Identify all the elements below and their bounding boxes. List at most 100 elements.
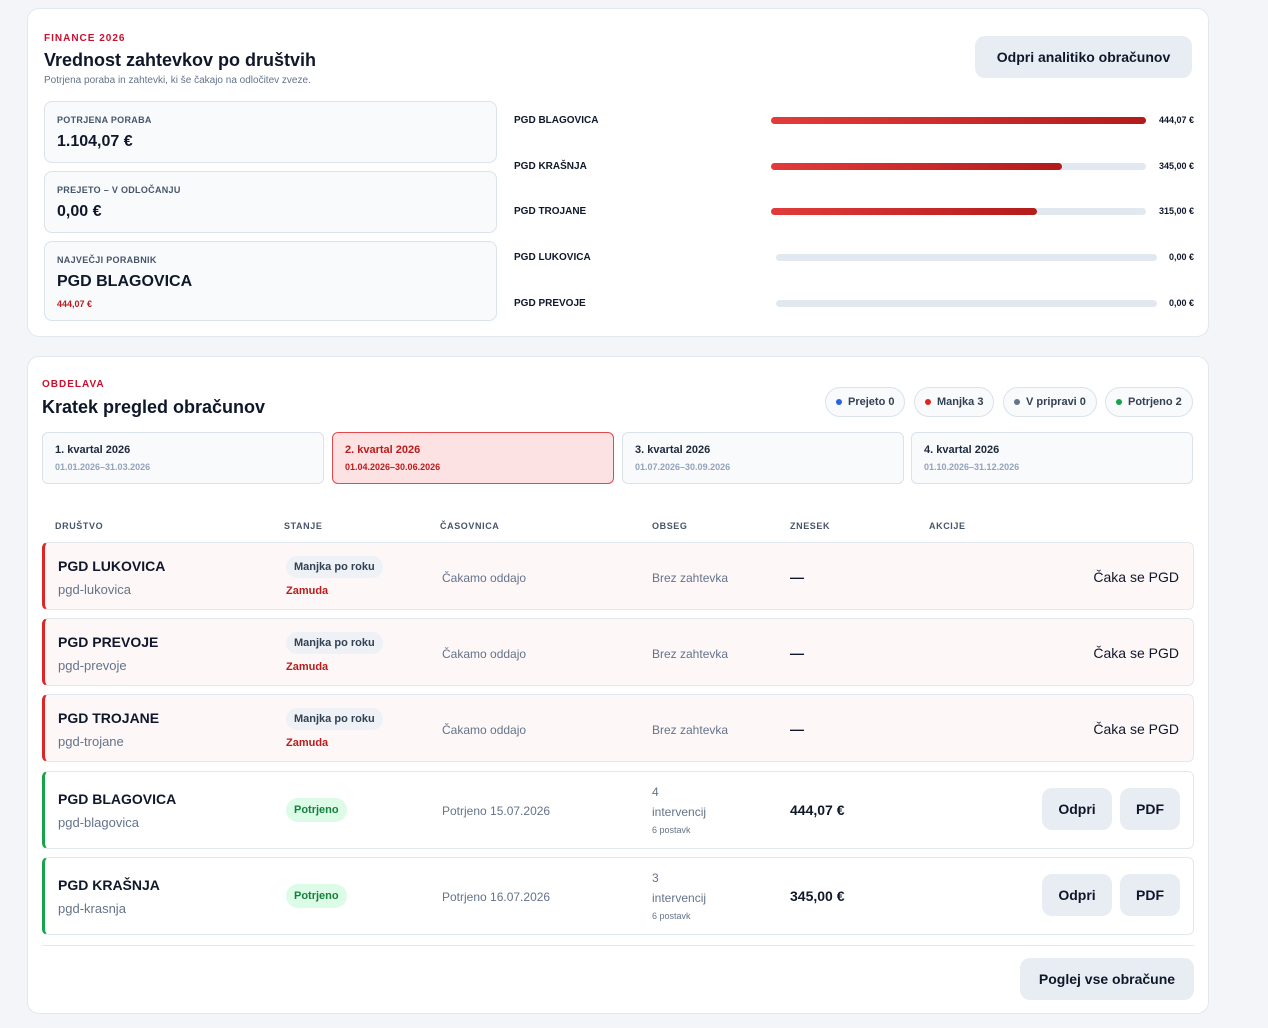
status-dot-icon	[836, 399, 842, 405]
late-label: Zamuda	[286, 661, 329, 673]
row-amount: 345,00 €	[790, 888, 845, 904]
status-badge: Manjka po roku	[286, 632, 383, 654]
row-scope: Brez zahtevka	[652, 647, 729, 661]
row-timeline: Čakamo oddajo	[442, 723, 527, 737]
quarter-tab-1[interactable]: 1. kvartal 2026 01.01.2026–31.03.2026	[42, 432, 324, 484]
legend-label: Prejeto 0	[848, 396, 895, 408]
bar-track	[771, 208, 1146, 215]
quarter-title: 3. kvartal 2026	[635, 444, 711, 456]
row-scope: Brez zahtevka	[652, 723, 729, 737]
quarter-range: 01.04.2026–30.06.2026	[345, 462, 441, 472]
pdf-button[interactable]: PDF	[1120, 874, 1180, 916]
quarter-range: 01.10.2026–31.12.2026	[924, 462, 1020, 472]
status-badge: Potrjeno	[286, 798, 347, 822]
row-slug: pgd-trojane	[58, 734, 124, 749]
obdelava-kicker: OBDELAVA	[42, 379, 105, 390]
bar-row: PGD KRAŠNJA 345,00 €	[514, 157, 1194, 177]
column-header-casovnica: ČASOVNICA	[440, 521, 500, 531]
stat-label: NAJVEČJI PORABNIK	[57, 255, 157, 265]
quarter-title: 1. kvartal 2026	[55, 444, 131, 456]
table-row: PGD KRAŠNJA pgd-krasnja Potrjeno Potrjen…	[42, 857, 1194, 935]
column-header-obseg: OBSEG	[652, 521, 688, 531]
row-timeline: Potrjeno 15.07.2026	[442, 804, 551, 818]
open-analytics-button[interactable]: Odpri analitiko obračunov	[975, 36, 1192, 78]
legend-in-progress: V pripravi 0	[1003, 387, 1097, 417]
legend-confirmed: Potrjeno 2	[1105, 387, 1193, 417]
quarter-tab-3[interactable]: 3. kvartal 2026 01.07.2026–30.09.2026	[622, 432, 904, 484]
row-slug: pgd-lukovica	[58, 582, 131, 597]
legend-label: V pripravi 0	[1026, 396, 1086, 408]
row-scope-unit: intervencij	[652, 805, 707, 819]
bar-label: PGD KRAŠNJA	[514, 161, 587, 172]
table-row: PGD LUKOVICA pgd-lukovica Manjka po roku…	[42, 542, 1194, 610]
row-amount: —	[790, 569, 804, 585]
quarter-range: 01.07.2026–30.09.2026	[635, 462, 731, 472]
quarter-tab-2[interactable]: 2. kvartal 2026 01.04.2026–30.06.2026	[332, 432, 614, 484]
column-header-drustvo: DRUŠTVO	[55, 521, 104, 531]
bar-label: PGD BLAGOVICA	[514, 115, 599, 126]
open-button[interactable]: Odpri	[1042, 788, 1112, 830]
status-badge: Manjka po roku	[286, 708, 383, 730]
row-action-text: Čaka se PGD	[1093, 721, 1179, 737]
bar	[771, 163, 1063, 170]
bar-label: PGD PREVOJE	[514, 298, 586, 309]
row-name: PGD TROJANE	[58, 710, 160, 726]
table-row: PGD BLAGOVICA pgd-blagovica Potrjeno Pot…	[42, 771, 1194, 849]
bar-value-label: 0,00 €	[1168, 298, 1194, 308]
row-timeline: Čakamo oddajo	[442, 571, 527, 585]
table-row: PGD TROJANE pgd-trojane Manjka po roku Z…	[42, 694, 1194, 762]
row-timeline: Potrjeno 16.07.2026	[442, 890, 551, 904]
finance-title: Vrednost zahtevkov po društvih	[44, 50, 317, 70]
bar	[771, 117, 1146, 124]
status-dot-icon	[925, 399, 931, 405]
column-header-znesek: ZNESEK	[790, 521, 831, 531]
bar	[771, 208, 1037, 215]
finance-kicker: FINANCE 2026	[44, 33, 126, 44]
pdf-button[interactable]: PDF	[1120, 788, 1180, 830]
bar-row: PGD LUKOVICA 0,00 €	[514, 248, 1194, 268]
divider	[42, 945, 1194, 946]
bar-track	[771, 117, 1146, 124]
row-amount: 444,07 €	[790, 802, 845, 818]
quarter-tab-4[interactable]: 4. kvartal 2026 01.10.2026–31.12.2026	[911, 432, 1193, 484]
legend-label: Potrjeno 2	[1128, 396, 1182, 408]
legend-missing: Manjka 3	[914, 387, 995, 417]
row-name: PGD BLAGOVICA	[58, 791, 177, 807]
status-dot-icon	[1116, 399, 1122, 405]
stat-value: 1.104,07 €	[57, 133, 133, 150]
row-scope-unit: intervencij	[652, 891, 707, 905]
stat-sub-value: 444,07 €	[57, 299, 93, 309]
row-action-text: Čaka se PGD	[1093, 645, 1179, 661]
row-scope: Brez zahtevka	[652, 571, 729, 585]
row-slug: pgd-prevoje	[58, 658, 127, 673]
open-button[interactable]: Odpri	[1042, 874, 1112, 916]
column-header-akcije: AKCIJE	[929, 521, 966, 531]
status-badge: Manjka po roku	[286, 556, 383, 578]
bar-value-label: 444,07 €	[1158, 115, 1194, 125]
view-all-settlements-button[interactable]: Poglej vse obračune	[1020, 958, 1194, 1000]
stat-confirmed-spend: POTRJENA PORABA 1.104,07 €	[44, 101, 497, 163]
bar-track	[771, 163, 1146, 170]
stat-label: POTRJENA PORABA	[57, 115, 152, 125]
status-dot-icon	[1014, 399, 1020, 405]
bar-track	[776, 300, 1157, 307]
row-name: PGD PREVOJE	[58, 634, 159, 650]
row-scope-count: 3	[652, 871, 659, 885]
finance-subtitle: Potrjena poraba in zahtevki, ki še čakaj…	[44, 75, 311, 86]
row-scope-items: 6 postavk	[652, 911, 691, 921]
row-name: PGD KRAŠNJA	[58, 877, 160, 893]
row-name: PGD LUKOVICA	[58, 558, 166, 574]
quarter-title: 2. kvartal 2026	[345, 444, 421, 456]
late-label: Zamuda	[286, 737, 329, 749]
bar-row: PGD PREVOJE 0,00 €	[514, 294, 1194, 314]
row-slug: pgd-blagovica	[58, 815, 139, 830]
row-action-text: Čaka se PGD	[1093, 569, 1179, 585]
stat-value: PGD BLAGOVICA	[57, 273, 193, 290]
bar-label: PGD TROJANE	[514, 206, 587, 217]
bar-track	[776, 254, 1157, 261]
quarter-range: 01.01.2026–31.03.2026	[55, 462, 151, 472]
stat-value: 0,00 €	[57, 203, 102, 220]
bar-value-label: 345,00 €	[1158, 161, 1194, 171]
row-scope-count: 4	[652, 785, 659, 799]
bar-row: PGD TROJANE 315,00 €	[514, 202, 1194, 222]
